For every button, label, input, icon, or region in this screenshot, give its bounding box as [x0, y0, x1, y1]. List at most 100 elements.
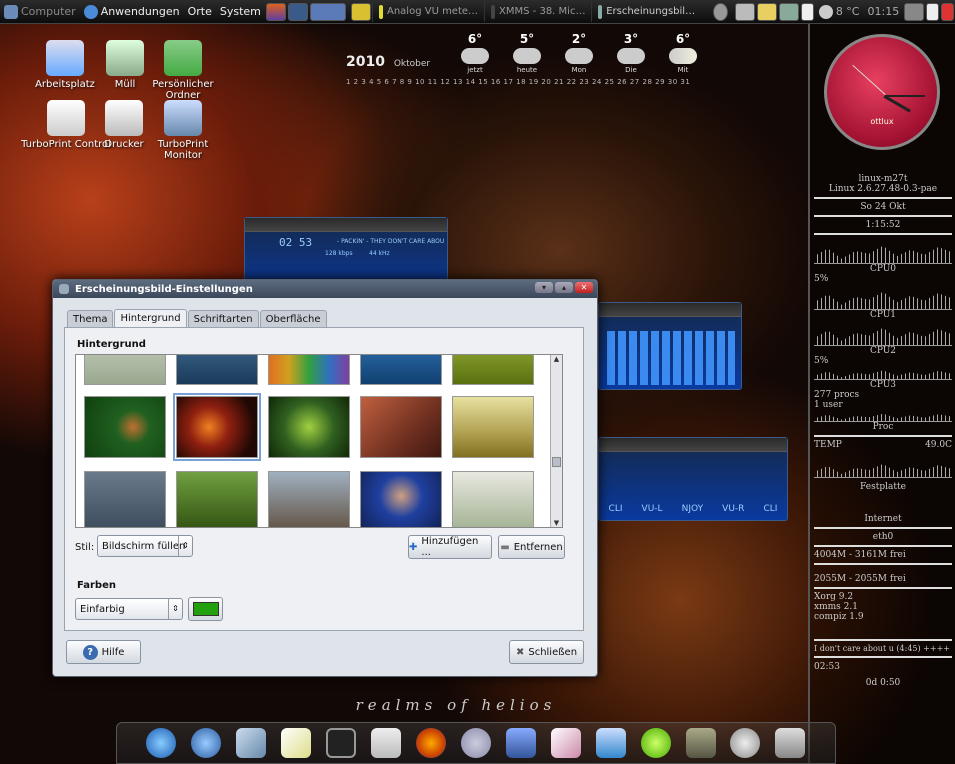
color-mode-select[interactable]: Einfarbig ⇕: [75, 598, 183, 620]
equalizer-window[interactable]: [598, 302, 742, 390]
equalizer-titlebar[interactable]: [599, 303, 741, 317]
presentation-icon[interactable]: [550, 728, 581, 758]
player-titlebar[interactable]: [245, 218, 447, 232]
desktop-icon-turboprint-monitor[interactable]: TurboPrint Monitor: [138, 100, 228, 161]
mail-tray-icon[interactable]: [756, 2, 777, 21]
text-editor-icon[interactable]: [281, 728, 312, 758]
firefox-icon[interactable]: [415, 728, 446, 758]
wallpaper-thumb[interactable]: [452, 396, 534, 458]
minus-icon: ▬: [500, 541, 510, 553]
remove-button[interactable]: ▬ Entfernen: [498, 535, 565, 559]
music-player-icon[interactable]: [460, 728, 491, 758]
scroll-up-arrow-icon[interactable]: ▲: [551, 355, 562, 365]
wallpaper-thumb[interactable]: [84, 396, 166, 458]
sun-cloud-icon: [669, 48, 697, 64]
home-icon[interactable]: [191, 728, 222, 758]
speaker-icon[interactable]: [713, 2, 728, 21]
wallpaper-thumb[interactable]: [176, 471, 258, 527]
monitor-tray-icon[interactable]: [778, 2, 799, 21]
document-icon[interactable]: [595, 728, 626, 758]
wallpaper-thumb-selected[interactable]: [173, 393, 261, 461]
spinner-arrows-icon: ⇕: [168, 599, 182, 619]
system-menu[interactable]: System: [216, 0, 265, 24]
terminal-icon[interactable]: [326, 728, 357, 758]
gallery-scrollbar[interactable]: ▲ ▼: [550, 355, 562, 527]
wallpaper-thumb[interactable]: [268, 355, 350, 385]
places-menu[interactable]: Orte: [184, 0, 216, 24]
cpu2-graph: [814, 327, 952, 346]
player-kbps: 128 kbps: [325, 250, 353, 257]
color-picker-button[interactable]: [188, 597, 223, 621]
cloud-icon: [513, 48, 541, 64]
vu-label: VU-L: [641, 504, 663, 514]
workspace-icon[interactable]: [310, 2, 347, 21]
scroll-thumb[interactable]: [552, 457, 561, 467]
wallpaper-thumb[interactable]: [84, 471, 166, 527]
computer-menu[interactable]: Computer: [0, 0, 80, 24]
weather-applet[interactable]: 8 °C: [815, 0, 864, 24]
close-button[interactable]: ✖ Schließen: [509, 640, 584, 664]
color-swatch: [192, 602, 219, 616]
wallpaper-thumb[interactable]: [268, 396, 350, 458]
media-icon[interactable]: [730, 728, 761, 758]
settings-icon[interactable]: [371, 728, 402, 758]
equalizer-bars: [607, 331, 735, 385]
sysinfo-panel: linux-m27t Linux 2.6.27.48-0.3-pae So 24…: [814, 174, 952, 688]
logout-icon[interactable]: [926, 2, 940, 21]
tab-oberflaeche[interactable]: Oberfläche: [259, 310, 327, 328]
gimp-icon[interactable]: [685, 728, 716, 758]
task-xmms[interactable]: XMMS - 38. Mic…: [484, 1, 591, 22]
cpu3-graph: [814, 370, 952, 380]
help-button[interactable]: ? Hilfe: [66, 640, 141, 664]
scroll-down-arrow-icon[interactable]: ▼: [551, 519, 562, 527]
wallpaper-thumb[interactable]: [176, 355, 258, 385]
cpu1-graph: [814, 291, 952, 310]
applications-menu[interactable]: Anwendungen: [80, 0, 184, 24]
window-list-icon[interactable]: [287, 2, 309, 21]
wallpaper-gallery[interactable]: ▲ ▼: [75, 354, 563, 528]
wallpaper-thumb[interactable]: [268, 471, 350, 527]
computer-icon: [4, 4, 18, 19]
wallpaper-thumb[interactable]: [452, 355, 534, 385]
globe-icon[interactable]: [146, 728, 177, 758]
wallpaper-thumb[interactable]: [360, 396, 442, 458]
section-heading-background: Hintergrund: [77, 339, 146, 350]
shutdown-icon[interactable]: [941, 2, 954, 21]
trash-icon[interactable]: [775, 728, 806, 758]
forecast-day: 6° jetzt: [452, 32, 498, 74]
edit-icon[interactable]: [351, 2, 372, 21]
forecast-day: 3° Die: [608, 32, 654, 74]
chat-icon[interactable]: [640, 728, 671, 758]
notes-tray-icon[interactable]: [800, 2, 814, 21]
minimize-button[interactable]: ▾: [535, 282, 553, 293]
dialog-titlebar[interactable]: Erscheinungsbild-Einstellungen ▾ ▴ ✕: [53, 280, 597, 298]
desktop-icon-home[interactable]: Persönlicher Ordner: [138, 40, 228, 101]
tab-thema[interactable]: Thema: [67, 310, 114, 328]
clock-hour-hand: [883, 95, 911, 113]
style-select[interactable]: Bildschirm füllen ⇕: [97, 535, 193, 557]
add-button[interactable]: ✚ Hinzufügen ...: [408, 535, 492, 559]
vu-meter-titlebar[interactable]: [599, 438, 787, 452]
clock-applet[interactable]: 01:15: [864, 0, 904, 24]
tab-schriftarten[interactable]: Schriftarten: [187, 310, 259, 328]
tab-hintergrund[interactable]: Hintergrund: [114, 309, 187, 328]
task-analog-vu[interactable]: Analog VU mete…: [372, 1, 484, 22]
firefox-launcher-icon[interactable]: [265, 2, 286, 21]
vu-meter-window[interactable]: CLI VU-L NJOY VU-R CLI: [598, 437, 788, 521]
top-panel: Computer Anwendungen Orte System Analog …: [0, 0, 955, 24]
task-appearance[interactable]: Erscheinungsbil…: [591, 1, 701, 22]
maximize-button[interactable]: ▴: [555, 282, 573, 293]
network-icon[interactable]: [505, 728, 536, 758]
show-desktop-icon[interactable]: [904, 2, 925, 21]
spinner-arrows-icon: ⇕: [178, 536, 192, 556]
wallpaper-thumb[interactable]: [84, 355, 166, 385]
player-khz: 44 kHz: [369, 250, 390, 257]
printer-tray-icon[interactable]: [734, 2, 755, 21]
forecast-day: 6° Mit: [660, 32, 706, 74]
vu-label: NJOY: [681, 504, 704, 514]
wallpaper-thumb[interactable]: [360, 471, 442, 527]
wallpaper-thumb[interactable]: [452, 471, 534, 527]
close-window-button[interactable]: ✕: [575, 282, 593, 293]
wallpaper-thumb[interactable]: [360, 355, 442, 385]
mail-icon[interactable]: [236, 728, 267, 758]
